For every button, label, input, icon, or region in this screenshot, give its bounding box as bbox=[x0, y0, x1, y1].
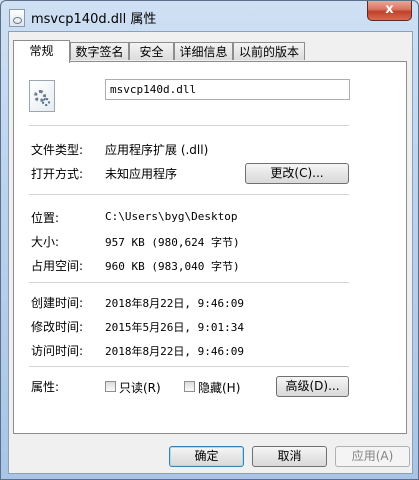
separator bbox=[29, 282, 349, 283]
size-value: 957 KB (980,624 字节) bbox=[105, 236, 240, 249]
apply-button[interactable]: 应用(A) bbox=[335, 446, 410, 467]
size-on-disk-label: 占用空间: bbox=[31, 259, 84, 273]
tab-details[interactable]: 详细信息 bbox=[174, 42, 233, 60]
ok-button[interactable]: 确定 bbox=[169, 446, 244, 467]
general-tab-panel: 文件类型: 应用程序扩展 (.dll) 打开方式: 未知应用程序 更改(C)..… bbox=[13, 61, 407, 434]
hidden-checkbox[interactable] bbox=[184, 381, 195, 392]
file-name-input[interactable] bbox=[105, 79, 350, 100]
button-bar: 确定 取消 应用(A) bbox=[9, 439, 412, 473]
close-button[interactable]: x bbox=[367, 1, 412, 21]
modified-value: 2015年5月26日, 9:01:34 bbox=[105, 321, 244, 334]
gear-icon bbox=[42, 98, 50, 106]
dll-file-icon bbox=[9, 9, 25, 27]
tab-general[interactable]: 常规 bbox=[13, 40, 70, 63]
attributes-label: 属性: bbox=[31, 380, 60, 394]
created-value: 2018年8月22日, 9:46:09 bbox=[105, 297, 244, 310]
modified-label: 修改时间: bbox=[31, 320, 84, 334]
created-label: 创建时间: bbox=[31, 296, 84, 310]
tab-strip: 常规 数字签名 安全 详细信息 以前的版本 bbox=[13, 40, 408, 63]
readonly-checkbox[interactable] bbox=[105, 381, 116, 392]
accessed-value: 2018年8月22日, 9:46:09 bbox=[105, 345, 244, 358]
advanced-button[interactable]: 高级(D)... bbox=[276, 376, 349, 397]
location-label: 位置: bbox=[31, 211, 60, 225]
dialog-client-area: 常规 数字签名 安全 详细信息 以前的版本 文件类型: 应用程序扩展 (.dll… bbox=[8, 31, 413, 474]
title-bar[interactable]: msvcp140d.dll 属性 x bbox=[1, 1, 418, 31]
open-with-value: 未知应用程序 bbox=[105, 167, 178, 181]
location-value: C:\Users\byg\Desktop bbox=[105, 210, 238, 223]
dll-file-icon bbox=[29, 80, 55, 112]
tab-digital-signatures[interactable]: 数字签名 bbox=[70, 42, 129, 60]
size-label: 大小: bbox=[31, 235, 60, 249]
cancel-button[interactable]: 取消 bbox=[252, 446, 327, 467]
accessed-label: 访问时间: bbox=[31, 344, 84, 358]
size-on-disk-value: 960 KB (983,040 字节) bbox=[105, 260, 240, 273]
change-button[interactable]: 更改(C)... bbox=[245, 163, 349, 184]
close-icon: x bbox=[385, 2, 394, 17]
hidden-label[interactable]: 隐藏(H) bbox=[198, 379, 240, 396]
readonly-label[interactable]: 只读(R) bbox=[119, 379, 161, 396]
tab-security[interactable]: 安全 bbox=[129, 42, 174, 60]
file-type-label: 文件类型: bbox=[31, 143, 84, 157]
separator bbox=[29, 194, 349, 195]
file-type-value: 应用程序扩展 (.dll) bbox=[105, 143, 209, 157]
open-with-label: 打开方式: bbox=[31, 167, 84, 181]
properties-window: msvcp140d.dll 属性 x 常规 数字签名 安全 详细信息 以前的版本… bbox=[0, 0, 419, 480]
separator bbox=[29, 366, 349, 367]
separator bbox=[29, 125, 349, 126]
window-title: msvcp140d.dll 属性 bbox=[31, 12, 157, 27]
tab-previous-versions[interactable]: 以前的版本 bbox=[233, 42, 305, 60]
